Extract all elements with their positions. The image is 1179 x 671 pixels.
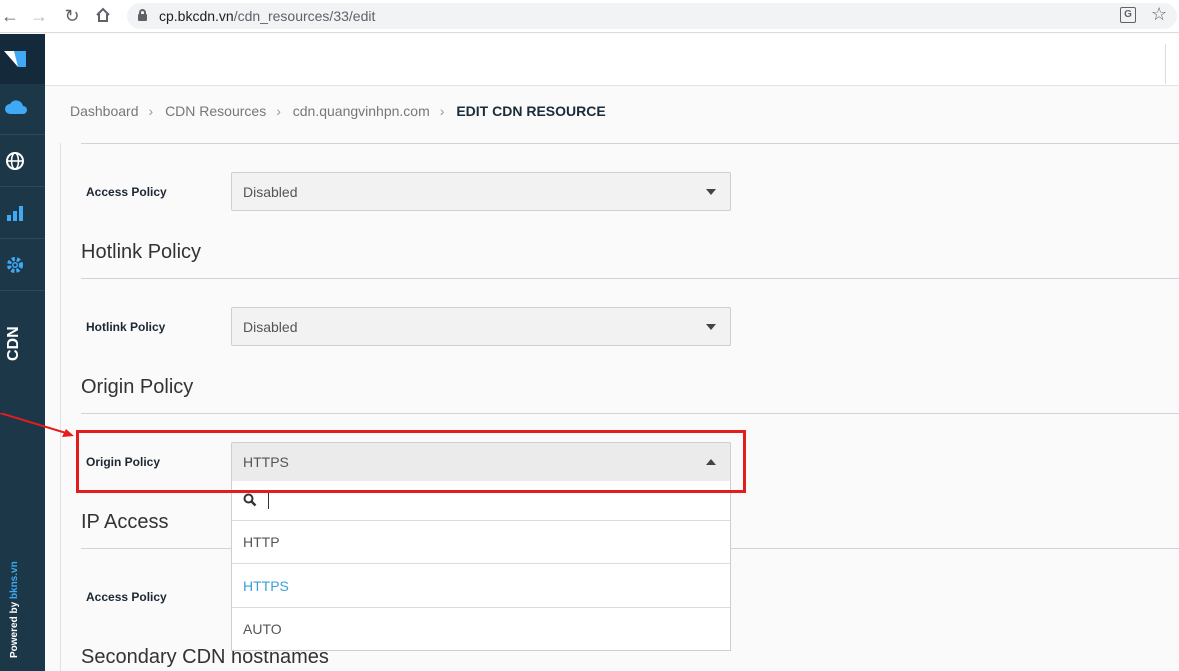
access-policy-select[interactable]: Disabled: [231, 172, 731, 211]
breadcrumb-separator: ›: [148, 103, 154, 119]
hotlink-policy-label: Hotlink Policy: [86, 320, 166, 334]
sidebar-item-globe[interactable]: [0, 136, 45, 187]
breadcrumb-current: EDIT CDN RESOURCE: [456, 103, 606, 119]
sidebar-item-stats[interactable]: [0, 188, 45, 239]
bookmark-star-icon[interactable]: ☆: [1151, 4, 1167, 25]
origin-policy-dropdown: HTTP HTTPS AUTO: [231, 481, 731, 651]
address-bar[interactable]: cp.bkcdn.vn/cdn_resources/33/edit G ☆: [127, 3, 1177, 29]
breadcrumb-cdn-resources[interactable]: CDN Resources: [165, 103, 266, 119]
divider: [81, 413, 1179, 414]
header-divider: [1165, 44, 1166, 84]
lock-icon: [138, 9, 147, 21]
sidebar-item-settings[interactable]: [0, 240, 45, 291]
top-header: [45, 34, 1179, 86]
sidebar-item-cloud[interactable]: [0, 84, 45, 135]
text-cursor: [268, 493, 269, 509]
back-arrow-icon[interactable]: ←: [0, 6, 20, 26]
home-icon[interactable]: [93, 6, 113, 26]
globe-icon: [6, 152, 24, 170]
chevron-down-icon: [706, 189, 716, 195]
origin-section-title: Origin Policy: [81, 376, 194, 398]
search-icon: [243, 493, 257, 507]
dropdown-option-auto[interactable]: AUTO: [232, 608, 730, 651]
dropdown-option-https[interactable]: HTTPS: [232, 565, 730, 608]
hotlink-section-title: Hotlink Policy: [81, 241, 202, 263]
reload-icon[interactable]: ↻: [62, 6, 82, 26]
sidebar: CDN Powered by bkns.vn: [0, 34, 45, 671]
annotation-highlight-box: [76, 430, 746, 493]
url-text: cp.bkcdn.vn/cdn_resources/33/edit: [159, 8, 376, 24]
hotlink-policy-value: Disabled: [243, 319, 298, 335]
dropdown-option-http[interactable]: HTTP: [232, 521, 730, 564]
logo-icon: [4, 51, 26, 67]
bar-chart-icon: [7, 206, 23, 221]
breadcrumb-separator: ›: [276, 103, 281, 119]
divider: [81, 143, 1179, 144]
ip-access-policy-label: Access Policy: [86, 590, 167, 604]
browser-toolbar: ← → ↻ cp.bkcdn.vn/cdn_resources/33/edit …: [0, 0, 1179, 33]
main-content: Access Policy Disabled Hotlink Policy Ho…: [0, 143, 1179, 671]
access-policy-label: Access Policy: [86, 185, 167, 199]
chevron-down-icon: [706, 324, 716, 330]
annotation-arrow-icon: [0, 413, 74, 437]
logo[interactable]: [0, 34, 45, 84]
breadcrumb-dashboard[interactable]: Dashboard: [70, 103, 139, 119]
divider: [81, 278, 1179, 279]
ip-access-section-title: IP Access: [81, 511, 169, 533]
translate-icon[interactable]: G: [1120, 7, 1136, 23]
sidebar-cdn-label: CDN: [5, 326, 22, 361]
gear-icon: [7, 257, 23, 273]
breadcrumb-separator: ›: [439, 103, 445, 119]
breadcrumb: Dashboard › CDN Resources › cdn.quangvinhp…: [70, 103, 614, 119]
cloud-icon: [5, 100, 27, 114]
access-policy-value: Disabled: [243, 184, 298, 200]
powered-by-label: Powered by bkns.vn: [9, 561, 20, 658]
breadcrumb-domain[interactable]: cdn.quangvinhpn.com: [293, 103, 430, 119]
content-left-border: [60, 143, 61, 671]
hotlink-policy-select[interactable]: Disabled: [231, 307, 731, 346]
forward-arrow-icon[interactable]: →: [29, 6, 49, 26]
